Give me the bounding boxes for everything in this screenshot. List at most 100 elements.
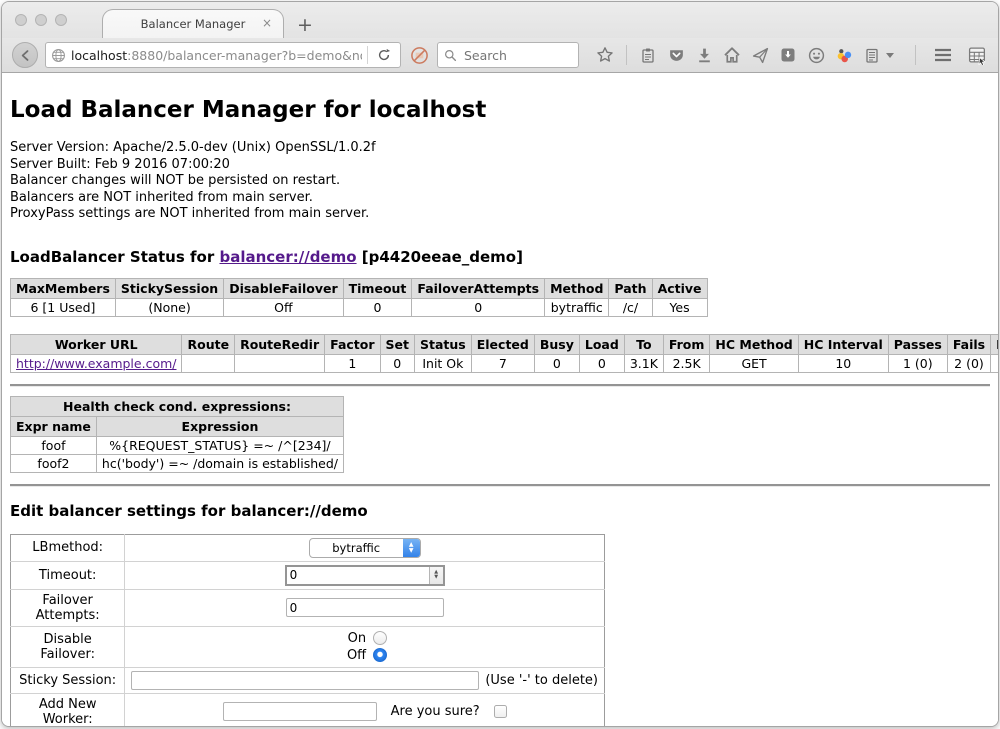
col-passes: Passes	[888, 334, 947, 354]
form-row-lbmethod: LBmethod: bytraffic ▲▼	[11, 534, 605, 561]
notes-button[interactable]	[861, 43, 883, 67]
col-method: Method	[545, 278, 609, 298]
disable-failover-label: Disable Failover:	[11, 626, 125, 667]
cell-expression: hc('body') =~ /domain is established/	[96, 454, 343, 472]
search-bar[interactable]	[437, 42, 579, 68]
feedback-button[interactable]	[805, 43, 827, 67]
window-controls	[15, 14, 67, 26]
page-content: Load Balancer Manager for localhost Serv…	[2, 73, 998, 727]
col-fails: Fails	[947, 334, 990, 354]
cell-passes: 1 (0)	[888, 354, 947, 372]
window-zoom-button[interactable]	[55, 14, 67, 26]
cell-failoverattempts: 0	[412, 298, 545, 316]
cell-load: 0	[579, 354, 624, 372]
disable-failover-on-radio[interactable]	[373, 631, 387, 645]
content-block-button[interactable]	[408, 43, 430, 67]
server-info: Server Version: Apache/2.5.0-dev (Unix) …	[10, 140, 990, 223]
reload-button[interactable]	[373, 43, 395, 67]
lbmethod-label: LBmethod:	[11, 534, 125, 561]
url-text[interactable]: localhost:8880/balancer-manager?b=demo&n…	[71, 48, 362, 63]
col-path: Path	[609, 278, 652, 298]
health-check-table: Health check cond. expressions: Expr nam…	[10, 396, 344, 473]
downloads-button[interactable]	[693, 43, 715, 67]
col-load: Load	[579, 334, 624, 354]
cell-hc-interval: 10	[798, 354, 888, 372]
notes-icon	[864, 47, 880, 64]
col-elected: Elected	[471, 334, 534, 354]
lbmethod-selected-value: bytraffic	[310, 541, 403, 555]
form-row-timeout: Timeout: ▲▼	[11, 561, 605, 589]
lbmethod-select[interactable]: bytraffic ▲▼	[309, 538, 421, 558]
cell-expression: %{REQUEST_STATUS} =~ /^[234]/	[96, 436, 343, 454]
clipboard-icon	[640, 47, 656, 64]
send-tab-button[interactable]	[749, 43, 771, 67]
are-you-sure-checkbox[interactable]	[494, 705, 507, 718]
radio-off-label: Off	[342, 647, 366, 664]
tab-close-icon[interactable]: ×	[262, 17, 272, 29]
new-tab-button[interactable]: +	[297, 14, 313, 36]
tab-bar: Balancer Manager × +	[2, 2, 998, 38]
col-status: Status	[415, 334, 472, 354]
edit-balancer-form: LBmethod: bytraffic ▲▼ Timeout: ▲▼	[10, 534, 605, 728]
persist-notice-line: Balancer changes will NOT be persisted o…	[10, 173, 990, 190]
back-button[interactable]	[12, 42, 38, 68]
sticky-session-label: Sticky Session:	[11, 667, 125, 693]
number-spinner-icon[interactable]: ▲▼	[429, 567, 443, 584]
server-version-line: Server Version: Apache/2.5.0-dev (Unix) …	[10, 140, 990, 157]
search-input[interactable]	[462, 47, 562, 64]
timeout-stepper[interactable]: ▲▼	[285, 565, 445, 586]
table-header-row: Worker URL Route RouteRedir Factor Set S…	[11, 334, 999, 354]
col-expression: Expression	[96, 416, 343, 436]
cell-expr-name: foof	[11, 436, 97, 454]
table-title-row: Health check cond. expressions:	[11, 396, 344, 416]
col-failoverattempts: FailoverAttempts	[412, 278, 545, 298]
disable-failover-off-radio[interactable]	[373, 648, 387, 662]
globe-icon	[51, 48, 66, 63]
home-icon	[723, 46, 741, 64]
url-bar[interactable]: localhost:8880/balancer-manager?b=demo&n…	[45, 42, 401, 68]
cell-routeredir	[235, 354, 325, 372]
toolbar-separator	[626, 45, 627, 65]
window-minimize-button[interactable]	[35, 14, 47, 26]
divider	[10, 484, 990, 487]
cell-method: bytraffic	[545, 298, 609, 316]
status-heading: LoadBalancer Status for balancer://demo …	[10, 248, 990, 266]
worker-url-link[interactable]: http://www.example.com/	[16, 356, 176, 371]
col-hc-interval: HC Interval	[798, 334, 888, 354]
cell-to: 3.1K	[624, 354, 663, 372]
cell-disablefailover: Off	[224, 298, 343, 316]
cell-from: 2.5K	[663, 354, 710, 372]
col-stickysession: StickySession	[115, 278, 223, 298]
table-tools-button[interactable]	[966, 43, 988, 67]
tab-balancer-manager[interactable]: Balancer Manager ×	[102, 9, 284, 38]
url-domain: localhost	[71, 48, 127, 63]
navigation-toolbar: localhost:8880/balancer-manager?b=demo&n…	[2, 38, 998, 73]
col-routeredir: RouteRedir	[235, 334, 325, 354]
bookmarks-panel-button[interactable]	[637, 43, 659, 67]
save-page-button[interactable]	[777, 43, 799, 67]
form-row-disable-failover: Disable Failover: On Off	[11, 626, 605, 667]
balancer-demo-link[interactable]: balancer://demo	[219, 248, 356, 266]
server-built-line: Server Built: Feb 9 2016 07:00:20	[10, 157, 990, 174]
timeout-label: Timeout:	[11, 561, 125, 589]
home-button[interactable]	[721, 43, 743, 67]
download-icon	[696, 47, 713, 64]
add-worker-input[interactable]	[223, 702, 377, 721]
bookmark-star-button[interactable]	[594, 43, 616, 67]
page-title: Load Balancer Manager for localhost	[10, 97, 990, 123]
cell-busy: 0	[534, 354, 579, 372]
pocket-button[interactable]	[665, 43, 687, 67]
cell-timeout: 0	[343, 298, 412, 316]
table-grid-icon	[968, 46, 987, 65]
window-close-button[interactable]	[15, 14, 27, 26]
menu-button[interactable]	[932, 43, 954, 67]
cell-maxmembers: 6 [1 Used]	[11, 298, 116, 316]
sticky-session-input[interactable]	[131, 671, 479, 690]
cell-status: Init Ok	[415, 354, 472, 372]
dropdown-caret-icon[interactable]	[886, 53, 894, 58]
timeout-input[interactable]	[287, 567, 429, 584]
failover-attempts-input[interactable]	[286, 598, 444, 617]
color-picker-button[interactable]	[833, 43, 855, 67]
reload-icon	[377, 48, 391, 62]
cell-hc-uri	[991, 354, 998, 372]
